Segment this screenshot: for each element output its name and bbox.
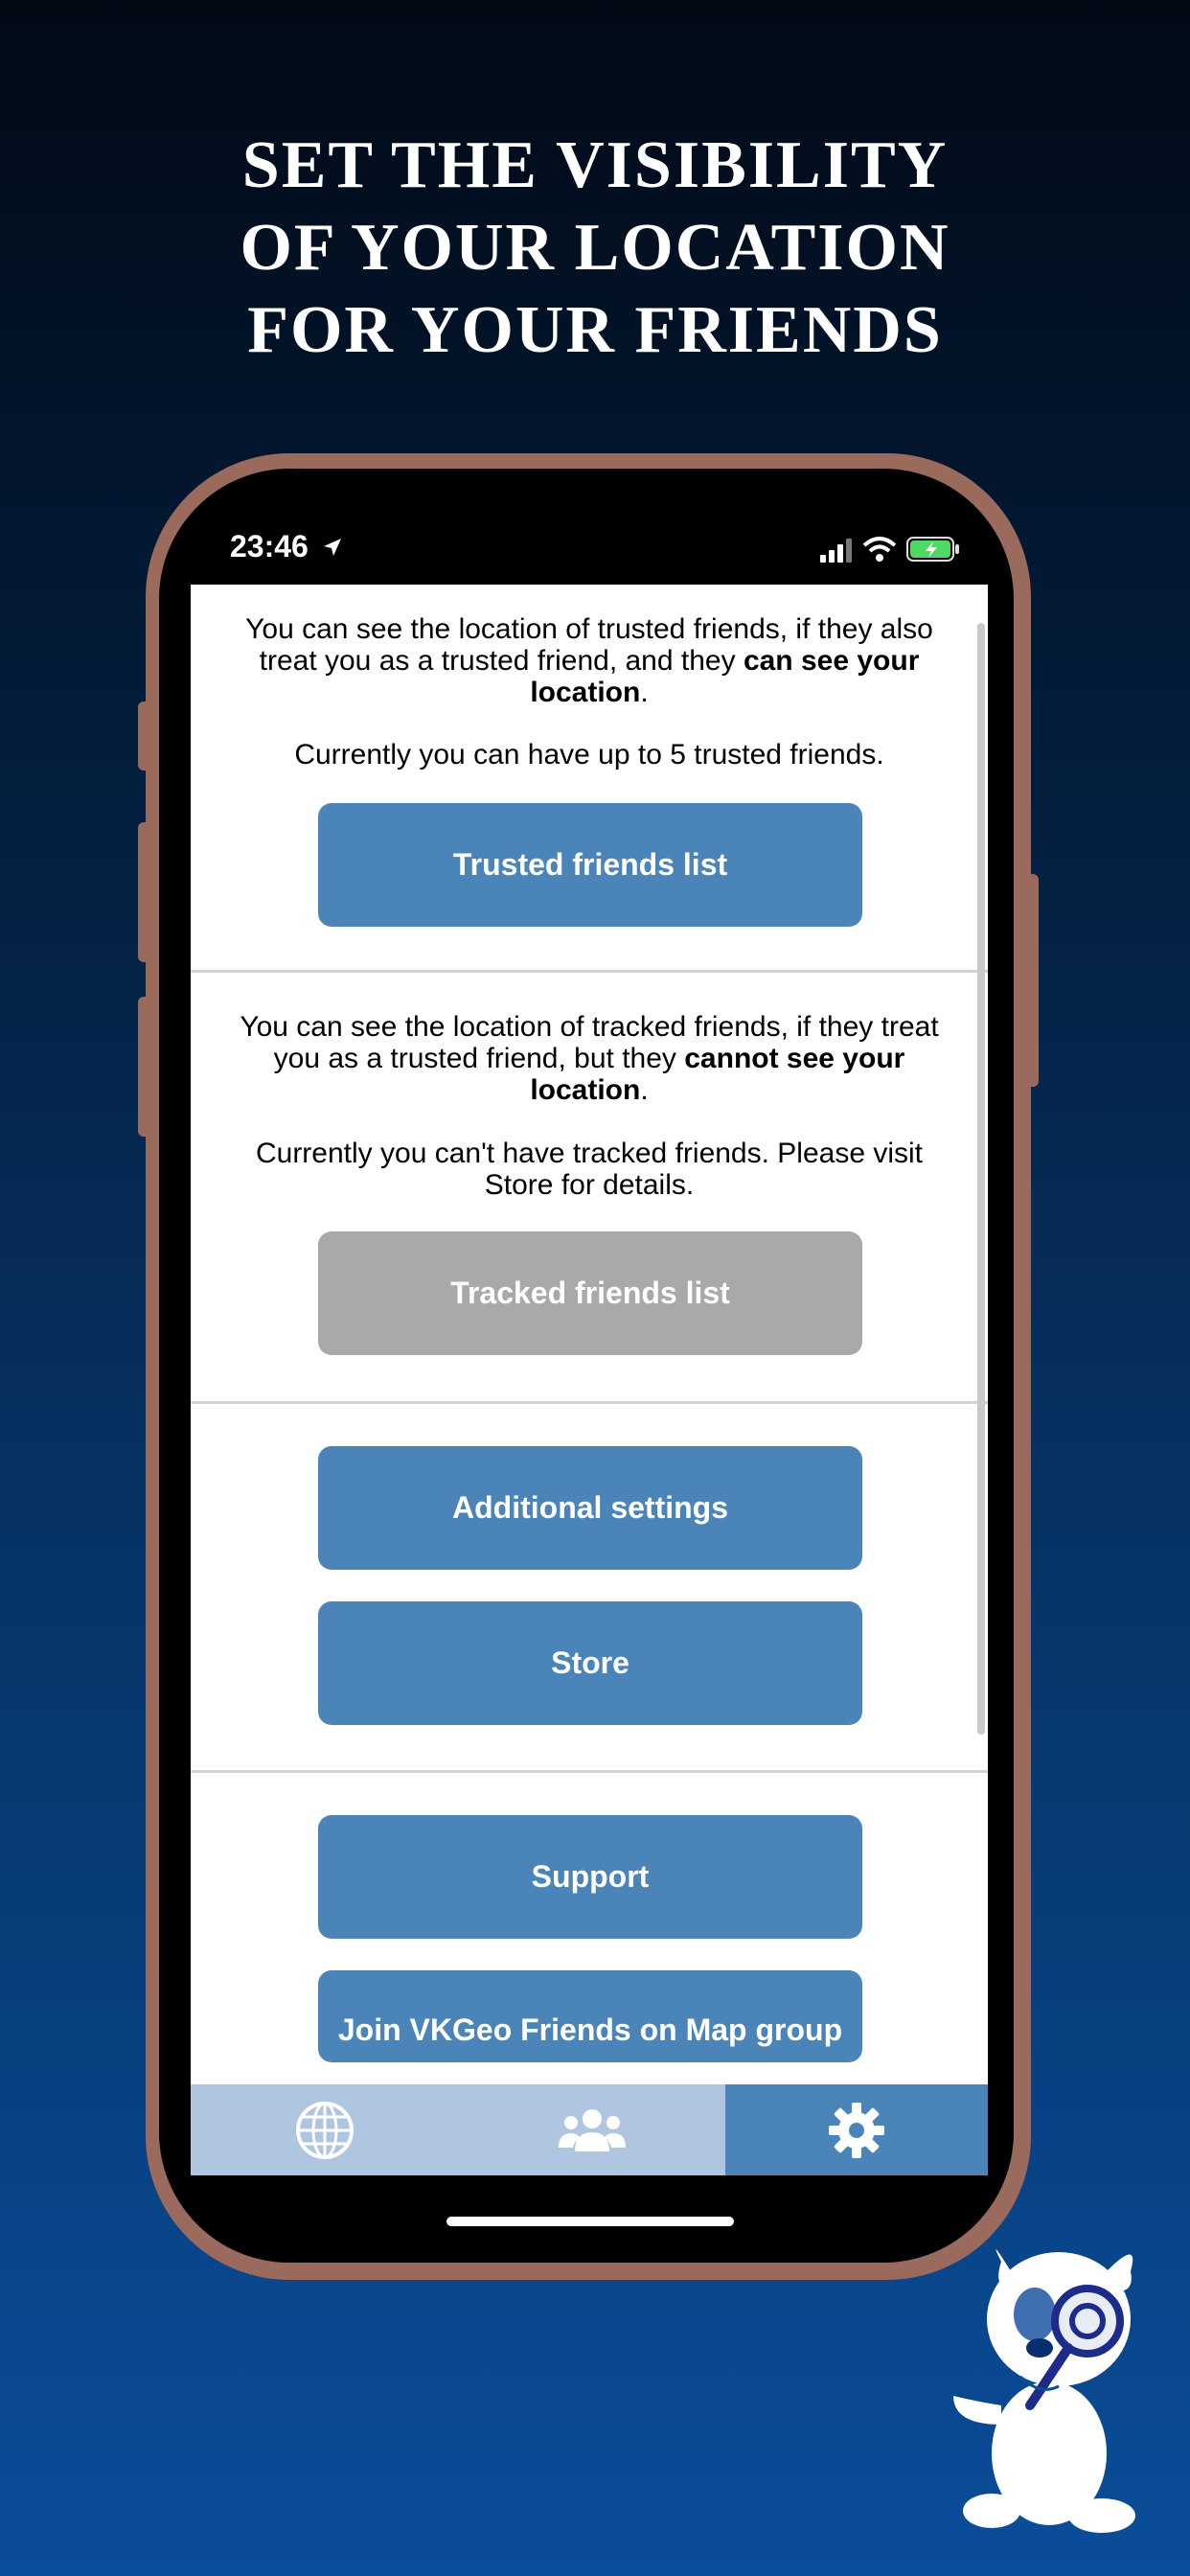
trusted-section: You can see the location of trusted frie… — [191, 585, 988, 973]
tab-bar — [191, 2084, 988, 2175]
tab-map[interactable] — [191, 2084, 458, 2175]
headline-line-3: FOR YOUR FRIENDS — [247, 293, 943, 367]
join-group-button[interactable]: Join VKGeo Friends on Map group — [318, 1970, 862, 2062]
app-screen: You can see the location of trusted frie… — [191, 585, 988, 2175]
tracked-section: You can see the location of tracked frie… — [191, 973, 988, 1404]
headline-line-2: OF YOUR LOCATION — [240, 211, 950, 285]
signal-icon — [820, 539, 852, 563]
scrollbar[interactable] — [977, 623, 985, 1735]
tab-settings[interactable] — [725, 2084, 988, 2175]
tab-friends[interactable] — [458, 2084, 725, 2175]
headline-line-1: SET THE VISIBILITY — [241, 128, 949, 202]
additional-settings-button[interactable]: Additional settings — [318, 1446, 862, 1570]
tracked-friends-list-button[interactable]: Tracked friends list — [318, 1231, 862, 1355]
support-button[interactable]: Support — [318, 1815, 862, 1939]
store-button[interactable]: Store — [318, 1601, 862, 1725]
globe-icon — [295, 2101, 354, 2159]
settings-section: Additional settings Store — [191, 1404, 988, 1773]
wifi-icon — [862, 537, 897, 562]
trusted-description: You can see the location of trusted frie… — [219, 613, 959, 708]
home-indicator — [446, 2217, 734, 2226]
trusted-limit-text: Currently you can have up to 5 trusted f… — [294, 739, 884, 770]
tracked-description: You can see the location of tracked frie… — [219, 1011, 959, 1106]
status-time-text: 23:46 — [230, 529, 309, 564]
dog-detective-mascot — [953, 2249, 1135, 2533]
battery-charging-icon — [906, 537, 959, 562]
headline: SET THE VISIBILITY OF YOUR LOCATION FOR … — [0, 125, 1190, 372]
status-time: 23:46 — [230, 529, 344, 564]
tracked-limit-text: Currently you can't have tracked friends… — [255, 1138, 924, 1201]
location-arrow-icon — [323, 539, 341, 556]
friends-icon — [558, 2108, 626, 2151]
trusted-desc-end: . — [640, 677, 649, 708]
status-icons — [820, 532, 964, 566]
tracked-desc-end: . — [640, 1074, 649, 1106]
gear-icon — [829, 2102, 884, 2158]
trusted-friends-list-button[interactable]: Trusted friends list — [318, 803, 862, 927]
